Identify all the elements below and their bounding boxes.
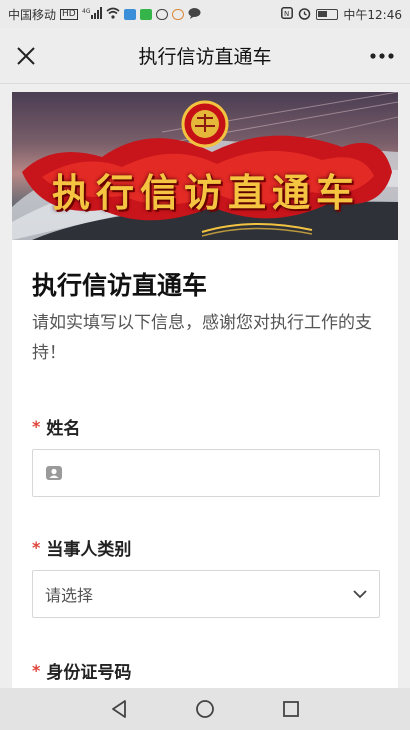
alarm-icon: [298, 7, 311, 22]
chevron-down-icon: [353, 589, 367, 598]
recents-icon: [283, 701, 299, 717]
party-type-select[interactable]: 请选择: [32, 570, 380, 618]
clock-label: 中午12:46: [343, 7, 402, 22]
required-mark: *: [32, 417, 41, 436]
party-type-label-text: 当事人类别: [46, 540, 132, 560]
id-number-label-text: 身份证号码: [46, 663, 132, 683]
home-icon: [196, 700, 214, 718]
name-input[interactable]: [32, 449, 380, 497]
banner-title: 执行信访直通车: [51, 170, 360, 215]
recents-button[interactable]: [279, 697, 303, 721]
app-notification-icon: [139, 8, 152, 20]
close-button[interactable]: [12, 42, 40, 70]
svg-text:4G: 4G: [82, 8, 91, 15]
wifi-icon: [106, 7, 120, 21]
form-page: 执行信访直通车 执行信访直通车 请如实填写以下信息，感谢您对执行工作的支持！ *…: [12, 92, 398, 688]
form-description: 请如实填写以下信息，感谢您对执行工作的支持！: [32, 313, 372, 363]
banner-image: 执行信访直通车: [12, 92, 398, 240]
required-mark: *: [32, 661, 41, 680]
party-type-select-value: 请选择: [45, 586, 94, 605]
back-button[interactable]: [107, 697, 131, 721]
svg-text:N: N: [284, 10, 289, 18]
carrier-label: 中国移动: [8, 7, 57, 22]
name-label: * 姓名: [32, 414, 378, 439]
id-number-label: * 身份证号码: [32, 658, 378, 683]
app-notification-icon: [171, 8, 184, 20]
required-mark: *: [32, 538, 41, 557]
form-title: 执行信访直通车: [32, 271, 208, 300]
party-type-field: * 当事人类别 请选择: [32, 535, 380, 618]
person-card-icon: [46, 466, 62, 480]
hd-icon: HD: [60, 8, 78, 20]
app-notification-icon: [123, 8, 136, 20]
more-button[interactable]: [366, 42, 398, 70]
home-button[interactable]: [193, 697, 217, 721]
more-icon: [370, 53, 394, 59]
name-label-text: 姓名: [46, 419, 81, 439]
page-title: 执行信访直通车: [138, 46, 272, 68]
status-bar: 中国移动 HD 4G N 中午12:46: [0, 0, 410, 28]
name-field: * 姓名: [32, 414, 380, 497]
app-notification-icon: [155, 8, 168, 20]
battery-icon: [316, 8, 339, 20]
nfc-icon: N: [281, 7, 294, 21]
party-type-label: * 当事人类别: [32, 535, 378, 560]
chat-bubble-icon: [188, 7, 201, 21]
system-nav-bar: [0, 688, 410, 730]
signal-icon: 4G: [82, 7, 102, 21]
close-icon: [17, 47, 35, 65]
back-icon: [112, 700, 126, 718]
title-bar: 执行信访直通车: [0, 28, 410, 84]
id-number-field: * 身份证号码: [32, 658, 378, 683]
